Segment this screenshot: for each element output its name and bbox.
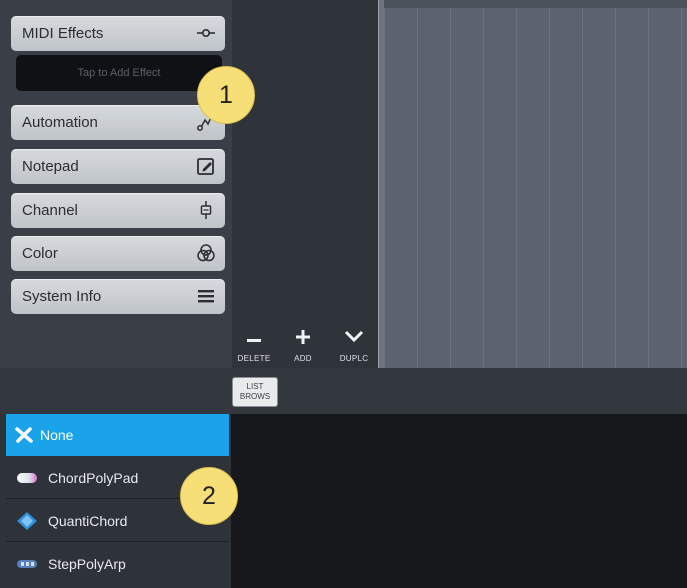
pencil-note-icon: [195, 155, 217, 177]
color-button[interactable]: Color: [11, 236, 225, 271]
list-browse-line2: BROWS: [239, 392, 271, 401]
add-effect-slot[interactable]: Tap to Add Effect: [16, 55, 222, 91]
arrange-grid[interactable]: [384, 0, 687, 368]
chevron-down-icon: [334, 326, 374, 348]
notepad-button[interactable]: Notepad: [11, 149, 225, 184]
plus-icon: [283, 326, 323, 348]
channel-button[interactable]: Channel: [11, 193, 225, 228]
browser-header-bar: [0, 368, 687, 414]
callout-marker-2: 2: [180, 467, 238, 525]
automation-label: Automation: [22, 114, 98, 131]
plugin-connector-icon: [195, 22, 217, 44]
list-item-steppolyarp[interactable]: StepPolyArp: [6, 543, 229, 585]
grid-ruler: [384, 0, 687, 8]
color-circles-icon: [195, 242, 217, 264]
list-browse-line1: LIST: [246, 382, 264, 391]
automation-button[interactable]: Automation: [11, 105, 225, 140]
delete-label: DELETE: [237, 354, 271, 363]
track-column: [232, 0, 378, 368]
none-x-icon: [14, 426, 34, 444]
list-browse-toggle[interactable]: LIST BROWS: [232, 377, 278, 407]
color-label: Color: [22, 245, 58, 262]
duplicate-label: DUPLC: [339, 354, 369, 363]
inspector-panel: MIDI Effects Tap to Add Effect Automatio…: [0, 0, 232, 368]
midi-effects-button[interactable]: MIDI Effects: [11, 16, 225, 51]
quantichord-icon: [16, 511, 38, 531]
minus-icon: [234, 326, 274, 348]
delete-button[interactable]: DELETE: [234, 326, 274, 363]
list-item-none[interactable]: None: [6, 414, 229, 456]
system-info-button[interactable]: System Info: [11, 279, 225, 314]
list-item-label: None: [40, 427, 74, 443]
menu-lines-icon: [195, 285, 217, 307]
notepad-label: Notepad: [22, 158, 79, 175]
callout-marker-1: 1: [197, 66, 255, 124]
channel-label: Channel: [22, 202, 78, 219]
list-item-label: ChordPolyPad: [48, 470, 139, 486]
list-item-label: StepPolyArp: [48, 556, 126, 572]
browser-detail-area: [231, 414, 687, 588]
channel-fader-icon: [195, 199, 217, 221]
add-button[interactable]: ADD: [283, 326, 323, 363]
duplicate-button[interactable]: DUPLC: [334, 326, 374, 363]
app-window: MIDI Effects Tap to Add Effect Automatio…: [0, 0, 687, 588]
track-toolbar: DELETE ADD DUPLC: [232, 326, 378, 368]
add-label: ADD: [294, 354, 312, 363]
midi-effects-label: MIDI Effects: [22, 25, 104, 42]
steppolyarp-icon: [16, 554, 38, 574]
system-info-label: System Info: [22, 288, 102, 305]
chordpolypad-icon: [16, 468, 38, 488]
list-item-label: QuantiChord: [48, 513, 128, 529]
add-effect-placeholder: Tap to Add Effect: [77, 67, 161, 79]
